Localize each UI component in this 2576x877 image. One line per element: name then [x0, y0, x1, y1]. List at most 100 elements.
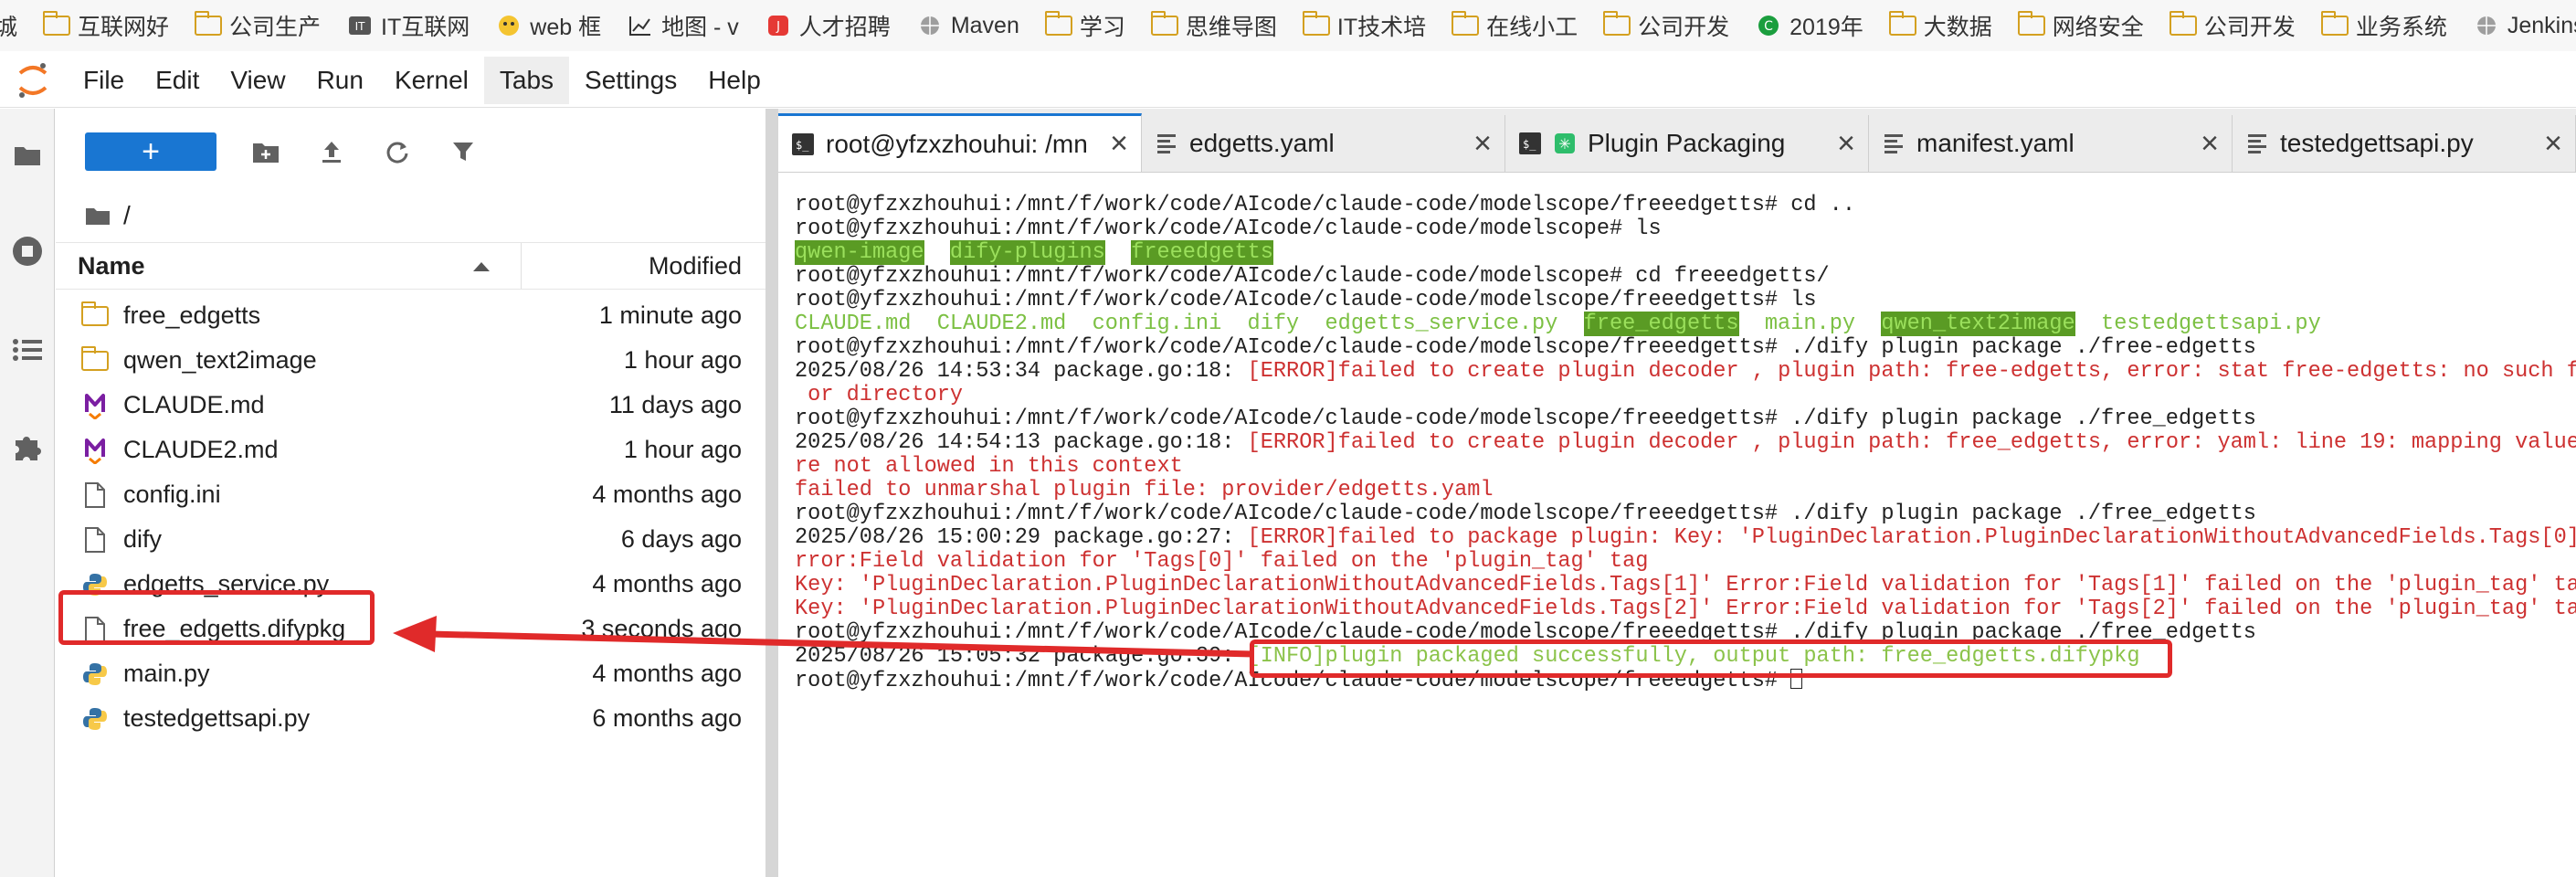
- terminal-line: root@yfzxzhouhui:/mnt/f/work/code/AIcode…: [795, 407, 2576, 431]
- file-modified: 1 minute ago: [598, 301, 742, 329]
- bookmark-item[interactable]: 公司开发: [2169, 0, 2296, 51]
- bookmark-item[interactable]: 互联网好: [43, 0, 169, 51]
- bookmark-item[interactable]: 在线小工: [1452, 0, 1578, 51]
- bookmark-item[interactable]: Jenkins: [2473, 0, 2576, 51]
- bookmark-item[interactable]: Maven: [916, 0, 1019, 51]
- bookmark-item[interactable]: J 人才招聘: [765, 0, 891, 51]
- bookmark-item[interactable]: 公司生产: [195, 0, 321, 51]
- jupyter-logo-icon[interactable]: [5, 53, 60, 108]
- menu-kernel[interactable]: Kernel: [379, 57, 484, 104]
- new-folder-icon[interactable]: [248, 133, 284, 170]
- menu-run[interactable]: Run: [301, 57, 379, 104]
- bookmark-item[interactable]: 思维导图: [1150, 0, 1277, 51]
- filter-icon[interactable]: [445, 133, 481, 170]
- bookmark-label: 在线小工: [1486, 15, 1578, 40]
- extensions-icon[interactable]: [7, 427, 48, 467]
- bookmark-item[interactable]: 地图 - v: [627, 0, 739, 51]
- bookmark-label: 业务系统: [2355, 15, 2447, 40]
- file-row[interactable]: testedgettsapi.py 6 months ago: [56, 696, 765, 741]
- terminal-icon: $_: [791, 132, 815, 156]
- file-row[interactable]: CLAUDE.md 11 days ago: [56, 383, 765, 428]
- terminal-line: 2025/08/26 15:05:32 package.go:39: [INFO…: [795, 645, 2576, 669]
- bookmark-label: 城: [0, 15, 18, 40]
- menu-view[interactable]: View: [215, 57, 301, 104]
- file-list-header: Name Modified: [56, 242, 765, 290]
- file-icon: [81, 526, 109, 554]
- close-icon[interactable]: ×: [2544, 126, 2562, 162]
- close-icon[interactable]: ×: [1110, 126, 1128, 162]
- menu-settings[interactable]: Settings: [569, 57, 692, 104]
- close-icon[interactable]: ×: [1473, 126, 1492, 162]
- bookmark-label: 公司开发: [2203, 15, 2296, 40]
- bookmark-item[interactable]: C 2019年: [1755, 0, 1863, 51]
- folder-icon: [2320, 11, 2349, 37]
- running-sessions-icon[interactable]: [7, 231, 48, 271]
- file-row[interactable]: edgetts_service.py 4 months ago: [56, 562, 765, 607]
- new-launcher-button[interactable]: +: [85, 132, 216, 171]
- tab-1[interactable]: edgetts.yaml ×: [1142, 115, 1505, 172]
- tab-label: edgetts.yaml: [1189, 129, 1335, 157]
- bookmark-label: 互联网好: [78, 15, 170, 40]
- terminal-line: root@yfzxzhouhui:/mnt/f/work/code/AIcode…: [795, 265, 2576, 289]
- file-modified: 4 months ago: [592, 481, 742, 508]
- name-column-header[interactable]: Name: [56, 243, 522, 289]
- file-row[interactable]: main.py 4 months ago: [56, 651, 765, 696]
- modified-column-header[interactable]: Modified: [522, 252, 765, 280]
- bookmark-item[interactable]: 业务系统: [2320, 0, 2447, 51]
- folder-icon: [1888, 11, 1916, 37]
- terminal-output[interactable]: root@yfzxzhouhui:/mnt/f/work/code/AIcode…: [778, 174, 2576, 877]
- tab-0[interactable]: $_ root@yfzxzhouhui: /mn ×: [778, 113, 1142, 172]
- file-row[interactable]: qwen_text2image 1 hour ago: [56, 338, 765, 383]
- folder-icon[interactable]: [7, 134, 48, 174]
- terminal-segment: 2025/08/26 15:05:32 package.go:39:: [795, 644, 1248, 669]
- document-tab-bar: $_ root@yfzxzhouhui: /mn × edgetts.yaml × $_ ✳…: [778, 109, 2576, 173]
- menu-edit[interactable]: Edit: [140, 57, 215, 104]
- terminal-line: root@yfzxzhouhui:/mnt/f/work/code/AIcode…: [795, 621, 2576, 645]
- bookmark-item[interactable]: 城: [0, 0, 17, 51]
- breadcrumb[interactable]: /: [56, 195, 765, 237]
- file-row[interactable]: free_edgetts.difypkg 3 seconds ago: [56, 607, 765, 651]
- table-of-contents-icon[interactable]: [7, 330, 48, 370]
- bookmark-item[interactable]: 网络安全: [2017, 0, 2144, 51]
- bookmarks-bar: 城 互联网好 公司生产 IT IT互联网 web 框 地图 - v J 人才招聘 Maven 学习 思…: [0, 0, 2576, 51]
- menu-file[interactable]: File: [68, 57, 140, 104]
- file-browser-toolbar: +: [56, 109, 765, 195]
- close-icon[interactable]: ×: [2201, 126, 2219, 162]
- upload-icon[interactable]: [313, 133, 350, 170]
- file-row[interactable]: CLAUDE2.md 1 hour ago: [56, 428, 765, 472]
- panel-splitter[interactable]: [765, 109, 778, 877]
- menu-help[interactable]: Help: [692, 57, 776, 104]
- svg-text:J: J: [776, 20, 780, 34]
- terminal-segment: rror:Field validation for 'Tags[0]' fail…: [795, 549, 1649, 574]
- terminal-segment: [924, 240, 950, 265]
- terminal-line: root@yfzxzhouhui:/mnt/f/work/code/AIcode…: [795, 336, 2576, 360]
- tab-4[interactable]: testedgettsapi.py ×: [2233, 115, 2576, 172]
- file-row[interactable]: config.ini 4 months ago: [56, 472, 765, 517]
- refresh-icon[interactable]: [379, 133, 416, 170]
- terminal-icon: $_: [1518, 132, 1542, 155]
- breadcrumb-root[interactable]: /: [123, 201, 131, 230]
- file-name: edgetts_service.py: [123, 570, 330, 597]
- terminal-segment: re not allowed in this context: [795, 454, 1183, 479]
- close-icon[interactable]: ×: [1837, 126, 1855, 162]
- text-file-icon: [2245, 132, 2269, 155]
- sort-ascending-icon: [473, 262, 490, 271]
- bookmark-item[interactable]: 学习: [1044, 0, 1125, 51]
- file-row[interactable]: free_edgetts 1 minute ago: [56, 293, 765, 338]
- bookmark-item[interactable]: IT IT互联网: [346, 0, 470, 51]
- menu-tabs[interactable]: Tabs: [483, 56, 570, 104]
- chart-icon: [627, 14, 654, 37]
- tab-label: manifest.yaml: [1916, 129, 2075, 157]
- svg-text:✳: ✳: [1558, 135, 1570, 153]
- file-name: dify: [123, 525, 163, 553]
- bookmark-item[interactable]: 大数据: [1888, 0, 1992, 51]
- tab-3[interactable]: manifest.yaml ×: [1869, 115, 2233, 172]
- file-row[interactable]: dify 6 days ago: [56, 517, 765, 562]
- folder-icon: [85, 206, 111, 226]
- bookmark-item[interactable]: web 框: [495, 0, 601, 51]
- bookmark-label: 人才招聘: [798, 15, 891, 40]
- tab-label: root@yfzxzhouhui: /mn: [826, 129, 1088, 158]
- bookmark-item[interactable]: IT技术培: [1302, 0, 1426, 51]
- bookmark-item[interactable]: 公司开发: [1603, 0, 1729, 51]
- tab-2[interactable]: $_ ✳ Plugin Packaging ×: [1505, 115, 1869, 172]
